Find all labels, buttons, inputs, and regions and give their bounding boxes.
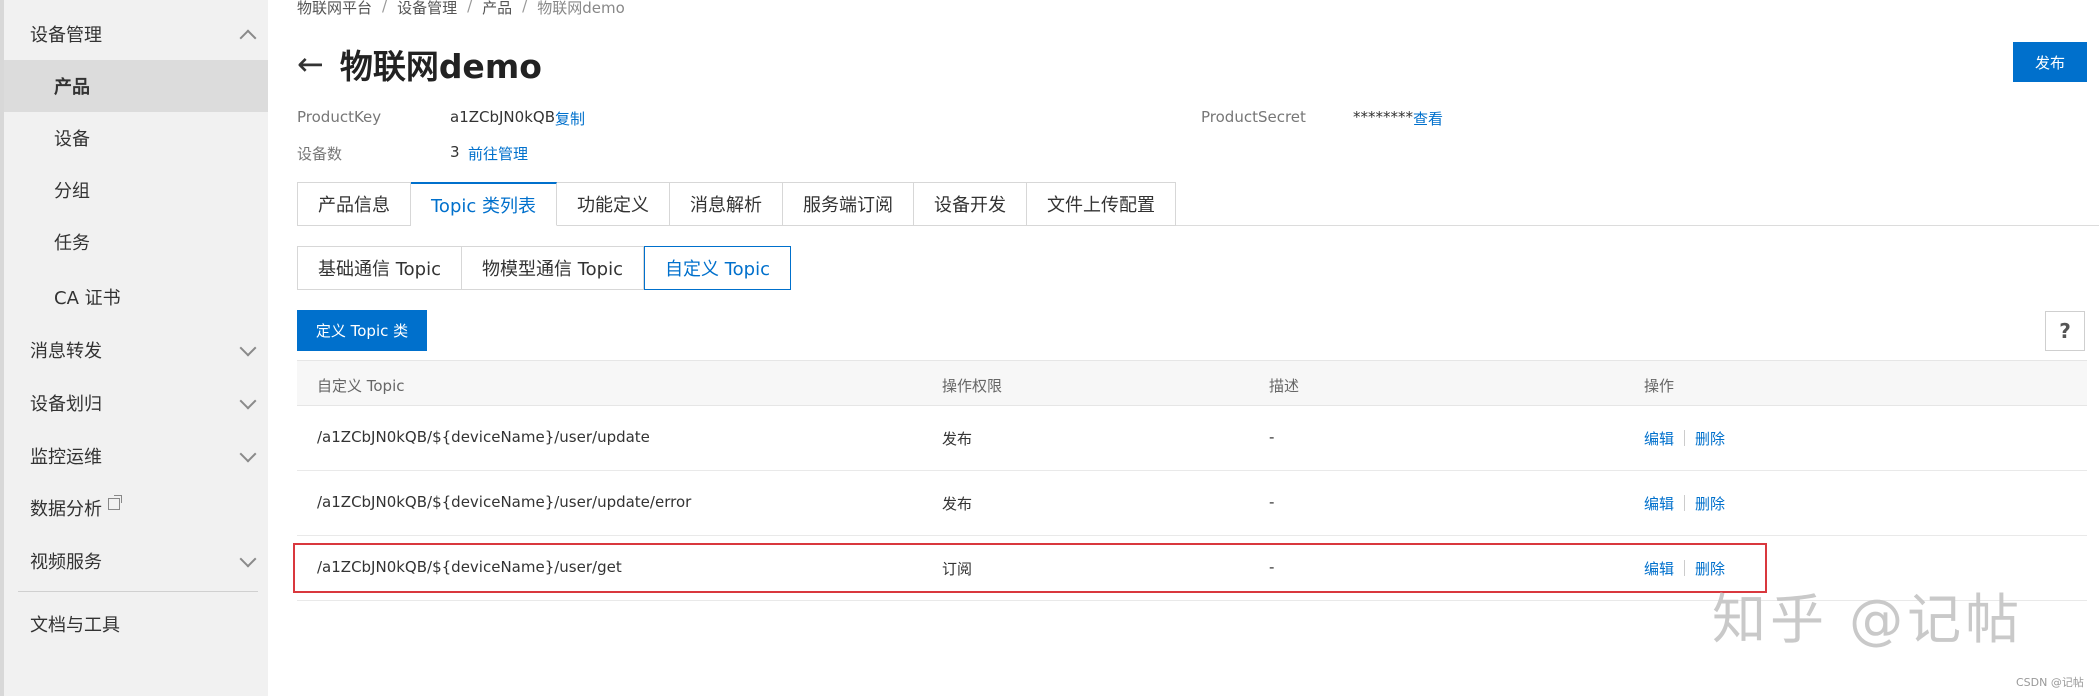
sidebar-group-label: 监控运维 [30, 447, 102, 468]
copy-link[interactable]: 复制 [555, 108, 585, 129]
sidebar-group-message-forward[interactable]: 消息转发 [4, 324, 268, 376]
tab-function-definition[interactable]: 功能定义 [557, 182, 670, 226]
sidebar-item-label: 任务 [54, 233, 90, 254]
product-secret-label: ProductSecret [1201, 108, 1306, 126]
sidebar: 设备管理 产品 设备 分组 任务 CA 证书 消息转发 设备划归 监控运维 数据… [0, 0, 268, 696]
table-row: /a1ZCbJN0kQB/${deviceName}/user/update 发… [297, 406, 2087, 471]
sidebar-item-task[interactable]: 任务 [4, 216, 268, 268]
sidebar-group-monitoring[interactable]: 监控运维 [4, 430, 268, 482]
tab-message-parsing[interactable]: 消息解析 [670, 182, 783, 226]
manage-devices-link[interactable]: 前往管理 [468, 143, 528, 164]
sidebar-item-label: CA 证书 [54, 288, 121, 309]
sidebar-item-label: 设备 [54, 129, 90, 150]
breadcrumb-item[interactable]: 物联网平台 [297, 0, 372, 18]
csdn-watermark: CSDN @记帖 [2016, 676, 2084, 689]
page-title: 物联网demo [339, 47, 542, 86]
delete-link[interactable]: 删除 [1695, 493, 1725, 514]
subtab-custom-topic[interactable]: 自定义 Topic [644, 246, 791, 290]
device-count-label: 设备数 [297, 145, 343, 163]
view-secret-link[interactable]: 查看 [1413, 108, 1443, 129]
product-key-label: ProductKey [297, 108, 382, 126]
breadcrumb-current: 物联网demo [537, 0, 625, 17]
chevron-up-icon [239, 29, 257, 47]
table-row: /a1ZCbJN0kQB/${deviceName}/user/update/e… [297, 471, 2087, 536]
breadcrumb-separator: / [467, 0, 473, 15]
sidebar-item-label: 产品 [54, 77, 90, 98]
column-header-actions: 操作 [1644, 377, 1675, 395]
sidebar-group-label: 消息转发 [30, 341, 102, 362]
description-cell: - [1269, 493, 1275, 511]
sidebar-group-docs-tools[interactable]: 文档与工具 [4, 598, 268, 650]
product-key-value: a1ZCbJN0kQB [450, 108, 555, 126]
sidebar-group-video-service[interactable]: 视频服务 [4, 535, 268, 587]
chevron-down-icon [239, 339, 257, 357]
subtab-basic-topic[interactable]: 基础通信 Topic [297, 246, 462, 290]
sidebar-group-device-management[interactable]: 设备管理 [4, 8, 268, 60]
sidebar-item-group[interactable]: 分组 [4, 164, 268, 216]
sidebar-item-product[interactable]: 产品 [4, 60, 268, 112]
breadcrumb-item[interactable]: 设备管理 [397, 0, 457, 18]
back-arrow-icon[interactable]: ← [297, 48, 324, 80]
sidebar-divider [18, 591, 258, 592]
sidebar-group-label: 文档与工具 [30, 615, 120, 636]
permission-cell: 发布 [942, 495, 973, 513]
publish-button[interactable]: 发布 [2013, 42, 2087, 82]
device-count-value: 3 [450, 143, 460, 161]
action-divider [1684, 430, 1685, 446]
tab-device-development[interactable]: 设备开发 [914, 182, 1027, 226]
column-header-permission: 操作权限 [942, 377, 1003, 395]
title-row: ← 物联网demo [297, 40, 542, 88]
tab-file-upload-config[interactable]: 文件上传配置 [1027, 182, 1176, 226]
sidebar-group-label: 数据分析 [30, 499, 102, 520]
tab-server-subscription[interactable]: 服务端订阅 [783, 182, 914, 226]
chevron-down-icon [239, 445, 257, 463]
sidebar-group-label: 视频服务 [30, 552, 102, 573]
sidebar-item-label: 分组 [54, 181, 90, 202]
breadcrumb: 物联网平台 / 设备管理 / 产品 / 物联网demo [297, 0, 625, 18]
chevron-down-icon [239, 392, 257, 410]
sidebar-group-label: 设备划归 [30, 394, 102, 415]
main-tabs: 产品信息 Topic 类列表 功能定义 消息解析 服务端订阅 设备开发 文件上传… [297, 182, 1176, 226]
column-header-description: 描述 [1269, 377, 1300, 395]
sidebar-item-ca-cert[interactable]: CA 证书 [4, 271, 268, 323]
chevron-down-icon [239, 550, 257, 568]
breadcrumb-separator: / [382, 0, 388, 15]
permission-cell: 发布 [942, 430, 973, 448]
edit-link[interactable]: 编辑 [1644, 493, 1674, 514]
table-header: 自定义 Topic 操作权限 描述 操作 [297, 360, 2087, 406]
subtab-thing-model-topic[interactable]: 物模型通信 Topic [462, 246, 644, 290]
sidebar-group-device-assign[interactable]: 设备划归 [4, 377, 268, 429]
define-topic-button[interactable]: 定义 Topic 类 [297, 310, 427, 351]
external-link-icon [108, 495, 122, 510]
action-divider [1684, 495, 1685, 511]
product-secret-value: ******** [1353, 108, 1413, 126]
topic-cell: /a1ZCbJN0kQB/${deviceName}/user/update [317, 428, 650, 446]
sidebar-group-label: 设备管理 [30, 25, 102, 46]
topic-cell: /a1ZCbJN0kQB/${deviceName}/user/update/e… [317, 493, 692, 511]
highlight-annotation-box [293, 543, 1767, 593]
sidebar-item-device[interactable]: 设备 [4, 112, 268, 164]
breadcrumb-separator: / [522, 0, 528, 15]
tab-topic-list[interactable]: Topic 类列表 [411, 182, 557, 226]
description-cell: - [1269, 428, 1275, 446]
tab-product-info[interactable]: 产品信息 [297, 182, 411, 226]
breadcrumb-item[interactable]: 产品 [482, 0, 512, 18]
column-header-topic: 自定义 Topic [317, 377, 405, 395]
help-icon[interactable]: ? [2045, 311, 2085, 351]
topic-subtabs: 基础通信 Topic 物模型通信 Topic 自定义 Topic [297, 246, 791, 290]
watermark: 知乎 @记帖 [1712, 588, 2024, 651]
edit-link[interactable]: 编辑 [1644, 428, 1674, 449]
delete-link[interactable]: 删除 [1695, 428, 1725, 449]
sidebar-group-data-analysis[interactable]: 数据分析 [4, 482, 268, 534]
